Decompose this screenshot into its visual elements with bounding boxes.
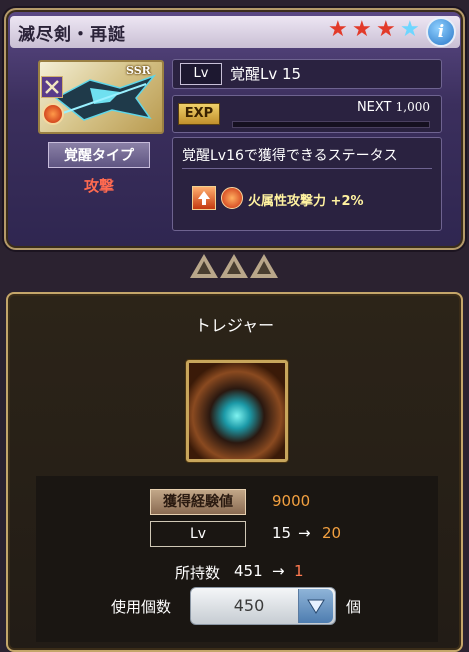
- triangle-ornament-icon: [250, 254, 278, 278]
- skill-name: 火属性攻撃力: [248, 194, 327, 209]
- chevron-down-icon: [307, 599, 325, 614]
- level-tag: Lv: [180, 63, 222, 85]
- info-icon[interactable]: i: [426, 17, 456, 47]
- treasure-orb-icon: [186, 360, 288, 462]
- divider: [182, 168, 432, 169]
- fire-element-icon: [221, 187, 243, 209]
- triangle-ornament-icon: [190, 254, 218, 278]
- treasure-title: トレジャー: [194, 316, 275, 335]
- skill-value: +2%: [330, 194, 364, 209]
- gain-exp-label: 獲得経験値: [150, 489, 246, 515]
- rarity-star-icon: ★: [376, 17, 396, 42]
- arrow-right-icon: →: [298, 524, 311, 542]
- use-count-value[interactable]: 450: [214, 596, 284, 615]
- awaken-type-label: 覚醒タイプ: [64, 148, 134, 164]
- weapon-art: [54, 74, 157, 121]
- dropdown-button[interactable]: [298, 589, 333, 623]
- owned-label: 所持数: [175, 564, 221, 582]
- owned-to: 1: [294, 562, 304, 580]
- level-label: Lv: [150, 521, 246, 547]
- rarity-star-icon: ★: [352, 17, 372, 42]
- weapon-name: 滅尽剣・再誕: [18, 25, 126, 45]
- level-from: 15: [272, 524, 292, 542]
- exp-tag: EXP: [178, 103, 220, 125]
- rarity-badge: SSR: [126, 64, 151, 77]
- awaken-level: 覚醒Lv 15: [230, 65, 302, 83]
- next-exp: NEXT 1,000: [330, 100, 430, 115]
- attack-up-icon: [192, 186, 216, 210]
- exp-progress-bar: [232, 121, 430, 128]
- weapon-type-sword-icon: [41, 76, 63, 98]
- level-to: 20: [322, 524, 342, 542]
- status-heading: 覚醒Lv16で獲得できるステータス: [182, 148, 398, 164]
- next-label: NEXT: [356, 100, 392, 115]
- next-value: 1,000: [395, 100, 430, 114]
- gain-exp-value: 9000: [272, 492, 311, 510]
- triangle-ornament-icon: [220, 254, 248, 278]
- rarity-star-icon: ★: [400, 17, 420, 42]
- awaken-type-value: 攻撃: [83, 177, 114, 195]
- unit-label: 個: [346, 598, 362, 616]
- skill-bonus: 火属性攻撃力 +2%: [248, 190, 364, 209]
- rarity-star-icon: ★: [328, 17, 348, 42]
- arrow-right-icon: →: [272, 562, 285, 580]
- use-count-label: 使用個数: [111, 598, 172, 616]
- owned-from: 451: [234, 562, 263, 580]
- fire-element-icon: [42, 103, 64, 125]
